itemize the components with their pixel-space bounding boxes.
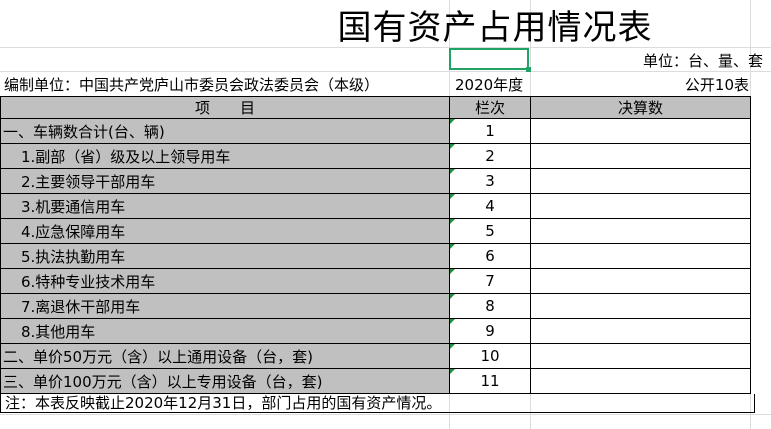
- value-cell[interactable]: [530, 143, 751, 169]
- item-cell[interactable]: 4.应急保障用车: [0, 218, 450, 244]
- fill-handle[interactable]: [526, 67, 531, 72]
- item-cell[interactable]: 1.副部（省）级及以上领导用车: [0, 143, 450, 169]
- table-row: 6.特种专业技术用车 7: [0, 268, 751, 294]
- error-indicator-icon: [450, 144, 455, 149]
- item-cell[interactable]: 一、车辆数合计(台、辆): [0, 118, 450, 144]
- seq-cell[interactable]: 6: [449, 243, 531, 269]
- error-indicator-icon: [450, 369, 455, 374]
- value-cell[interactable]: [530, 318, 751, 344]
- table-number-label: 公开10表: [684, 76, 749, 94]
- table-row: 1.副部（省）级及以上领导用车 2: [0, 143, 751, 169]
- seq-cell[interactable]: 10: [449, 343, 531, 369]
- table-row: 5.执法执勤用车 6: [0, 243, 751, 269]
- item-cell[interactable]: 二、单价50万元（含）以上通用设备（台，套): [0, 343, 450, 369]
- asset-table: 项 目 栏次 决算数 一、车辆数合计(台、辆) 1 1.副部（省）级及以上领导用…: [0, 96, 751, 394]
- seq-cell[interactable]: 1: [449, 118, 531, 144]
- value-cell[interactable]: [530, 218, 751, 244]
- header-item[interactable]: 项 目: [0, 96, 450, 119]
- sheet-title: 国有资产占用情况表: [337, 8, 653, 48]
- org-label: 编制单位：中国共产党庐山市委员会政法委员会（本级）: [4, 76, 380, 94]
- value-cell[interactable]: [530, 293, 751, 319]
- item-cell[interactable]: 5.执法执勤用车: [0, 243, 450, 269]
- table-row: 三、单价100万元（含）以上专用设备（台，套) 11: [0, 368, 751, 394]
- error-indicator-icon: [450, 319, 455, 324]
- value-cell[interactable]: [530, 168, 751, 194]
- error-indicator-icon: [450, 294, 455, 299]
- value-cell[interactable]: [530, 268, 751, 294]
- seq-cell[interactable]: 3: [449, 168, 531, 194]
- item-cell[interactable]: 6.特种专业技术用车: [0, 268, 450, 294]
- table-row: 二、单价50万元（含）以上通用设备（台，套) 10: [0, 343, 751, 369]
- error-indicator-icon: [450, 269, 455, 274]
- seq-cell[interactable]: 11: [449, 368, 531, 394]
- table-row: 3.机要通信用车 4: [0, 193, 751, 219]
- value-cell[interactable]: [530, 243, 751, 269]
- error-indicator-icon: [450, 194, 455, 199]
- table-row: 一、车辆数合计(台、辆) 1: [0, 118, 751, 144]
- item-cell[interactable]: 7.离退休干部用车: [0, 293, 450, 319]
- seq-cell[interactable]: 7: [449, 268, 531, 294]
- unit-label: 单位：台、量、套: [642, 52, 763, 70]
- item-cell[interactable]: 8.其他用车: [0, 318, 450, 344]
- table-row: 2.主要领导干部用车 3: [0, 168, 751, 194]
- seq-cell[interactable]: 8: [449, 293, 531, 319]
- item-cell[interactable]: 3.机要通信用车: [0, 193, 450, 219]
- header-seq[interactable]: 栏次: [449, 96, 531, 119]
- seq-cell[interactable]: 4: [449, 193, 531, 219]
- seq-cell[interactable]: 2: [449, 143, 531, 169]
- error-indicator-icon: [450, 244, 455, 249]
- selected-cell[interactable]: [449, 48, 529, 70]
- seq-cell[interactable]: 9: [449, 318, 531, 344]
- value-cell[interactable]: [530, 368, 751, 394]
- table-header-row: 项 目 栏次 决算数: [0, 96, 751, 119]
- value-cell[interactable]: [530, 343, 751, 369]
- value-cell[interactable]: [530, 118, 751, 144]
- seq-cell[interactable]: 5: [449, 218, 531, 244]
- table-row: 4.应急保障用车 5: [0, 218, 751, 244]
- header-value[interactable]: 决算数: [530, 96, 751, 119]
- value-cell[interactable]: [530, 193, 751, 219]
- table-row: 7.离退休干部用车 8: [0, 293, 751, 319]
- year-label: 2020年度: [455, 76, 524, 94]
- error-indicator-icon: [450, 219, 455, 224]
- item-cell[interactable]: 三、单价100万元（含）以上专用设备（台，套): [0, 368, 450, 394]
- table-note[interactable]: 注：本表反映截止2020年12月31日，部门占用的国有资产情况。: [0, 394, 755, 413]
- item-cell[interactable]: 2.主要领导干部用车: [0, 168, 450, 194]
- table-row: 8.其他用车 9: [0, 318, 751, 344]
- error-indicator-icon: [450, 119, 455, 124]
- error-indicator-icon: [450, 169, 455, 174]
- error-indicator-icon: [450, 344, 455, 349]
